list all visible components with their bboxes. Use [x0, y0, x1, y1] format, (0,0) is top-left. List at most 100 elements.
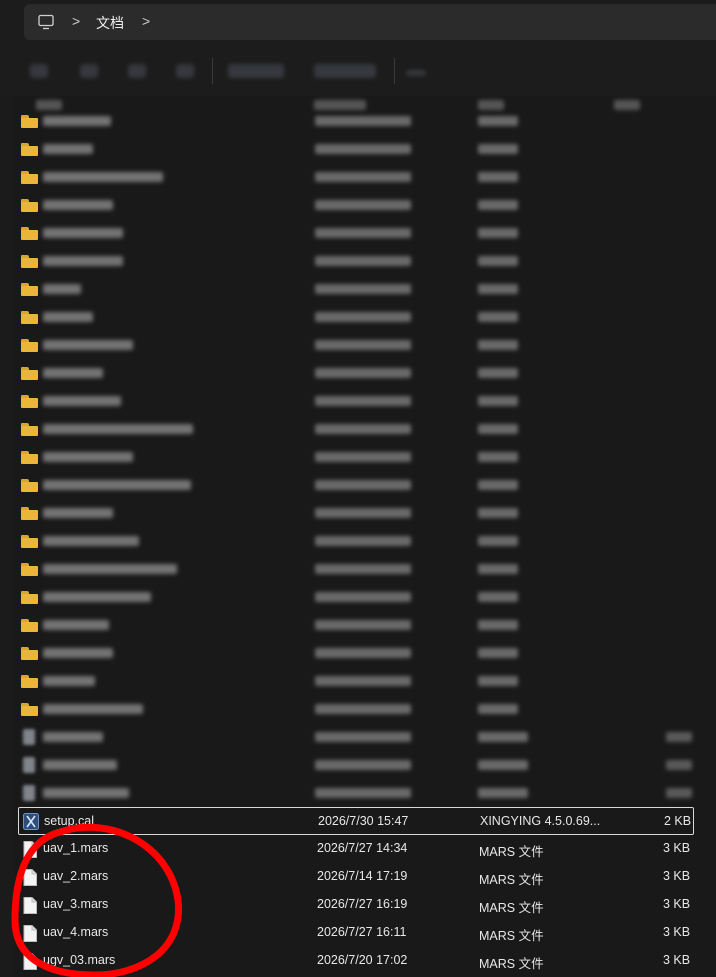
blurred-name [43, 732, 103, 742]
blurred-date [315, 732, 411, 742]
blurred-name [43, 424, 193, 434]
file-name: ugv_03.mars [43, 953, 116, 967]
toolbar-divider [394, 58, 395, 84]
folder-row[interactable] [18, 163, 694, 191]
file-icon [23, 757, 35, 773]
breadcrumb[interactable]: > 文档 > [24, 4, 716, 40]
folder-row[interactable] [18, 583, 694, 611]
file-row-uav-2[interactable]: uav_2.mars 2026/7/14 17:19 MARS 文件 3 KB [18, 863, 694, 891]
file-icon [23, 785, 35, 801]
paste-button[interactable] [176, 64, 194, 78]
file-name: uav_3.mars [43, 897, 109, 911]
chevron-right-icon[interactable]: > [142, 13, 150, 29]
folder-row[interactable] [18, 639, 694, 667]
folder-row[interactable] [18, 415, 694, 443]
folder-icon [21, 395, 38, 408]
folder-row[interactable] [18, 331, 694, 359]
breadcrumb-documents[interactable]: 文档 [96, 13, 124, 33]
copy-button[interactable] [128, 64, 146, 78]
blurred-type [478, 228, 518, 238]
folder-row[interactable] [18, 275, 694, 303]
file-size: 3 KB [663, 953, 691, 967]
blurred-name [43, 564, 177, 574]
blurred-type [478, 368, 518, 378]
folder-row[interactable] [18, 555, 694, 583]
folder-row[interactable] [18, 499, 694, 527]
file-size: 3 KB [663, 841, 691, 855]
folder-row[interactable] [18, 695, 694, 723]
folder-row[interactable] [18, 359, 694, 387]
folder-row[interactable] [18, 387, 694, 415]
blurred-date [315, 508, 411, 518]
folder-row[interactable] [18, 107, 694, 135]
blurred-date [315, 144, 411, 154]
folder-icon [21, 283, 38, 296]
blurred-type [478, 256, 518, 266]
file-icon [23, 729, 35, 745]
blurred-type [478, 760, 528, 770]
file-row-blurred[interactable] [18, 779, 694, 807]
blurred-name [43, 172, 163, 182]
file-size: 3 KB [663, 869, 691, 883]
file-name: uav_4.mars [43, 925, 109, 939]
file-row-uav-4[interactable]: uav_4.mars 2026/7/27 16:11 MARS 文件 3 KB [18, 919, 694, 947]
blurred-name [43, 760, 117, 770]
sort-button[interactable] [228, 64, 284, 78]
more-options-button[interactable] [406, 70, 426, 76]
blurred-date [315, 592, 411, 602]
blurred-name [43, 508, 113, 518]
file-row-blurred[interactable] [18, 723, 694, 751]
file-row-setup-cal[interactable]: setup.cal 2026/7/30 15:47 XINGYING 4.5.0… [18, 807, 694, 835]
folder-row[interactable] [18, 667, 694, 695]
blurred-name [43, 480, 191, 490]
blurred-name [43, 648, 113, 658]
file-icon [23, 953, 37, 970]
folder-icon [21, 647, 38, 660]
folder-icon [21, 199, 38, 212]
folder-row[interactable] [18, 471, 694, 499]
blurred-date [315, 676, 411, 686]
view-button[interactable] [314, 64, 376, 78]
blurred-date [315, 172, 411, 182]
blurred-name [43, 536, 139, 546]
file-type: MARS 文件 [479, 873, 544, 887]
blurred-type [478, 732, 528, 742]
blurred-type [478, 480, 518, 490]
blurred-name [43, 312, 93, 322]
folder-row[interactable] [18, 191, 694, 219]
blurred-type [478, 592, 518, 602]
folder-row[interactable] [18, 303, 694, 331]
file-type: XINGYING 4.5.0.69... [480, 814, 601, 828]
monitor-icon[interactable] [38, 14, 54, 30]
new-button[interactable] [30, 64, 48, 78]
file-date: 2026/7/14 17:19 [317, 869, 408, 883]
file-icon [23, 897, 37, 914]
file-size: 3 KB [663, 897, 691, 911]
folder-icon [21, 171, 38, 184]
blurred-date [315, 200, 411, 210]
file-row-uav-3[interactable]: uav_3.mars 2026/7/27 16:19 MARS 文件 3 KB [18, 891, 694, 919]
folder-row[interactable] [18, 219, 694, 247]
blurred-type [478, 620, 518, 630]
file-row-uav-1[interactable]: uav_1.mars 2026/7/27 14:34 MARS 文件 3 KB [18, 835, 694, 863]
folder-row[interactable] [18, 527, 694, 555]
folder-row[interactable] [18, 247, 694, 275]
blurred-name [43, 368, 103, 378]
file-date: 2026/7/27 14:34 [317, 841, 408, 855]
file-icon [23, 869, 37, 886]
blurred-type [478, 200, 518, 210]
cut-button[interactable] [80, 64, 98, 78]
file-row-blurred[interactable] [18, 751, 694, 779]
folder-row[interactable] [18, 611, 694, 639]
blurred-type [478, 508, 518, 518]
blurred-size [666, 760, 692, 770]
blurred-date [315, 228, 411, 238]
file-row-ugv-03[interactable]: ugv_03.mars 2026/7/20 17:02 MARS 文件 3 KB [18, 947, 694, 975]
blurred-name [43, 284, 81, 294]
blurred-type [478, 144, 518, 154]
blurred-date [315, 480, 411, 490]
chevron-right-icon[interactable]: > [72, 13, 80, 29]
folder-row[interactable] [18, 443, 694, 471]
folder-row[interactable] [18, 135, 694, 163]
blurred-type [478, 564, 518, 574]
